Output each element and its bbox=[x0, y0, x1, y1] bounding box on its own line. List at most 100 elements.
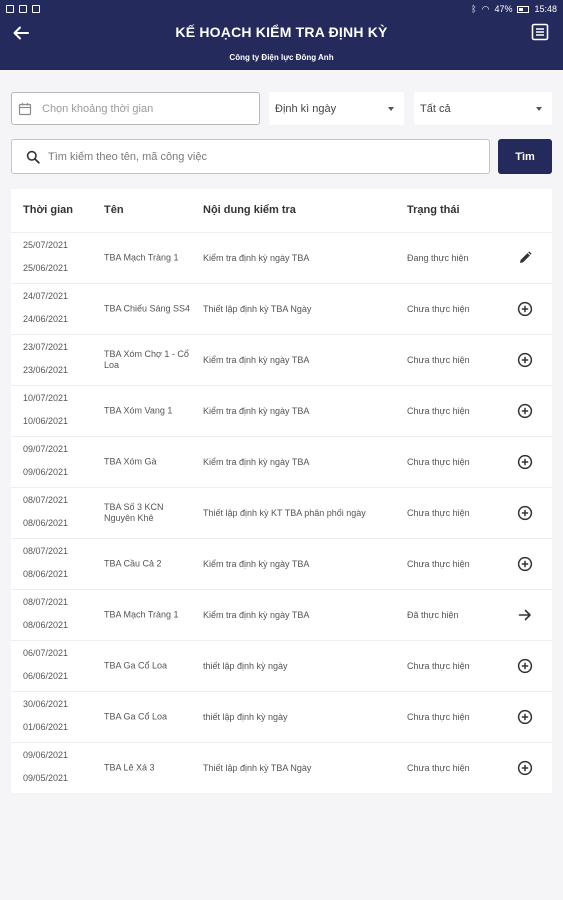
chevron-down-icon bbox=[536, 106, 542, 111]
list-menu-button[interactable] bbox=[531, 23, 549, 41]
table-row[interactable]: 06/07/2021 06/06/2021 TBA Ga Cổ Loa thiết l… bbox=[11, 640, 552, 691]
table-row[interactable]: 23/07/2021 23/06/2021 TBA Xóm Chợ 1 - Cổ L… bbox=[11, 334, 552, 385]
bluetooth-icon: ᛒ bbox=[471, 4, 477, 14]
date-start: 23/06/2021 bbox=[23, 365, 69, 375]
table-row[interactable]: 09/06/2021 09/05/2021 TBA Lê Xá 3 Thiết lập… bbox=[11, 742, 552, 793]
status-select[interactable]: Tất cả bbox=[414, 92, 552, 125]
inspection-content: Kiểm tra định kỳ ngày TBA bbox=[203, 355, 310, 365]
period-select[interactable]: Định kì ngày bbox=[269, 92, 404, 125]
filter-bar: Chọn khoảng thời gian Định kì ngày Tất c… bbox=[11, 92, 552, 126]
table-row[interactable]: 08/07/2021 08/06/2021 TBA Cầu Cả 2 Kiểm tra… bbox=[11, 538, 552, 589]
station-name: TBA Cầu Cả 2 bbox=[104, 558, 162, 569]
period-select-value: Định kì ngày bbox=[275, 102, 337, 115]
clock: 15:48 bbox=[534, 4, 557, 14]
row-action-button[interactable] bbox=[517, 352, 533, 368]
status-text: Đã thực hiện bbox=[407, 610, 459, 620]
wifi-icon: ◠ bbox=[481, 3, 490, 14]
date-start: 10/06/2021 bbox=[23, 416, 69, 426]
date-end: 09/06/2021 bbox=[23, 750, 69, 760]
status-bar: ᛒ ◠ 47% 15:48 bbox=[0, 0, 563, 18]
table-row[interactable]: 25/07/2021 25/06/2021 TBA Mạch Tràng 1 Kiểm… bbox=[11, 232, 552, 283]
search-icon bbox=[26, 150, 40, 164]
inspection-content: Kiểm tra định kỳ ngày TBA bbox=[203, 253, 310, 263]
date-range-field[interactable]: Chọn khoảng thời gian bbox=[11, 92, 260, 125]
chevron-down-icon bbox=[388, 106, 394, 111]
row-action-button[interactable] bbox=[517, 607, 533, 623]
row-action-button[interactable] bbox=[517, 709, 533, 725]
status-text: Chưa thực hiện bbox=[407, 457, 470, 467]
date-end: 10/07/2021 bbox=[23, 393, 69, 403]
table-row[interactable]: 30/06/2021 01/06/2021 TBA Ga Cổ Loa thiết l… bbox=[11, 691, 552, 742]
status-text: Chưa thực hiện bbox=[407, 559, 470, 569]
plus-circle-icon bbox=[517, 658, 533, 674]
plus-circle-icon bbox=[517, 301, 533, 317]
status-text: Chưa thực hiện bbox=[407, 712, 470, 722]
header-name: Tên bbox=[104, 204, 124, 216]
search-input[interactable]: Tìm kiếm theo tên, mã công việc bbox=[11, 139, 490, 174]
date-end: 25/07/2021 bbox=[23, 240, 69, 250]
inspection-content: Kiểm tra định kỳ ngày TBA bbox=[203, 457, 310, 467]
date-start: 06/06/2021 bbox=[23, 671, 69, 681]
row-action-button[interactable] bbox=[517, 658, 533, 674]
table-row[interactable]: 10/07/2021 10/06/2021 TBA Xóm Vang 1 Kiểm t… bbox=[11, 385, 552, 436]
plus-circle-icon bbox=[517, 556, 533, 572]
date-end: 24/07/2021 bbox=[23, 291, 69, 301]
station-name: TBA Mạch Tràng 1 bbox=[104, 252, 179, 263]
station-name: TBA Xóm Gà bbox=[104, 456, 157, 467]
row-action-button[interactable] bbox=[517, 505, 533, 521]
arrow-right-icon bbox=[518, 609, 531, 621]
table-row[interactable]: 08/07/2021 08/06/2021 TBA Số 3 KCN Nguyên … bbox=[11, 487, 552, 538]
station-name: TBA Ga Cổ Loa bbox=[104, 711, 168, 722]
inspection-content: thiết lập định kỳ ngày bbox=[203, 661, 288, 671]
date-start: 08/06/2021 bbox=[23, 518, 69, 528]
status-text: Chưa thực hiện bbox=[407, 304, 470, 314]
date-start: 25/06/2021 bbox=[23, 263, 69, 273]
page-title: KẾ HOẠCH KIỂM TRA ĐỊNH KỲ bbox=[175, 24, 388, 40]
inspection-content: thiết lập định kỳ ngày bbox=[203, 712, 288, 722]
date-start: 09/05/2021 bbox=[23, 773, 69, 783]
station-name: TBA Mạch Tràng 1 bbox=[104, 609, 179, 620]
row-action-button[interactable] bbox=[517, 250, 533, 266]
date-range-placeholder: Chọn khoảng thời gian bbox=[42, 102, 154, 115]
table-row[interactable]: 24/07/2021 24/06/2021 TBA Chiếu Sáng SS4 Th… bbox=[11, 283, 552, 334]
battery-icon bbox=[517, 5, 530, 13]
plus-circle-icon bbox=[517, 352, 533, 368]
row-action-button[interactable] bbox=[517, 556, 533, 572]
inspection-content: Thiết lập định kỳ TBA Ngày bbox=[203, 304, 312, 314]
status-text: Chưa thực hiện bbox=[407, 508, 470, 518]
plus-circle-icon bbox=[517, 403, 533, 419]
date-start: 24/06/2021 bbox=[23, 314, 69, 324]
plus-circle-icon bbox=[517, 454, 533, 470]
search-placeholder: Tìm kiếm theo tên, mã công việc bbox=[48, 150, 207, 163]
row-action-button[interactable] bbox=[517, 403, 533, 419]
status-text: Chưa thực hiện bbox=[407, 406, 470, 416]
row-action-button[interactable] bbox=[517, 301, 533, 317]
table-row[interactable]: 08/07/2021 08/06/2021 TBA Mạch Tràng 1 Kiểm… bbox=[11, 589, 552, 640]
status-text: Chưa thực hiện bbox=[407, 763, 470, 773]
plus-circle-icon bbox=[517, 760, 533, 776]
date-start: 08/06/2021 bbox=[23, 569, 69, 579]
plan-table: Thời gian Tên Nội dung kiểm tra Trạng th… bbox=[11, 189, 552, 793]
notification-icon bbox=[6, 5, 14, 13]
table-row[interactable]: 09/07/2021 09/06/2021 TBA Xóm Gà Kiểm tra đ… bbox=[11, 436, 552, 487]
station-name: TBA Chiếu Sáng SS4 bbox=[104, 303, 191, 314]
station-name: TBA Ga Cổ Loa bbox=[104, 660, 168, 671]
row-action-button[interactable] bbox=[517, 760, 533, 776]
inspection-content: Thiết lập định kỳ TBA Ngày bbox=[203, 763, 312, 773]
station-name: TBA Lê Xá 3 bbox=[104, 762, 155, 773]
plus-circle-icon bbox=[517, 505, 533, 521]
inspection-content: Kiểm tra định kỳ ngày TBA bbox=[203, 559, 310, 569]
search-button[interactable]: Tìm bbox=[498, 139, 552, 174]
status-icons-left bbox=[6, 5, 40, 13]
page-subtitle: Công ty Điện lực Đông Anh bbox=[229, 53, 334, 62]
header-status: Trạng thái bbox=[407, 204, 460, 216]
station-name: TBA Xóm Vang 1 bbox=[104, 405, 173, 416]
date-end: 08/07/2021 bbox=[23, 597, 69, 607]
status-text: Chưa thực hiện bbox=[407, 355, 470, 365]
date-start: 01/06/2021 bbox=[23, 722, 69, 732]
plus-circle-icon bbox=[517, 709, 533, 725]
app-notification-icon bbox=[19, 5, 27, 13]
header-time: Thời gian bbox=[23, 204, 73, 216]
row-action-button[interactable] bbox=[517, 454, 533, 470]
date-start: 08/06/2021 bbox=[23, 620, 69, 630]
